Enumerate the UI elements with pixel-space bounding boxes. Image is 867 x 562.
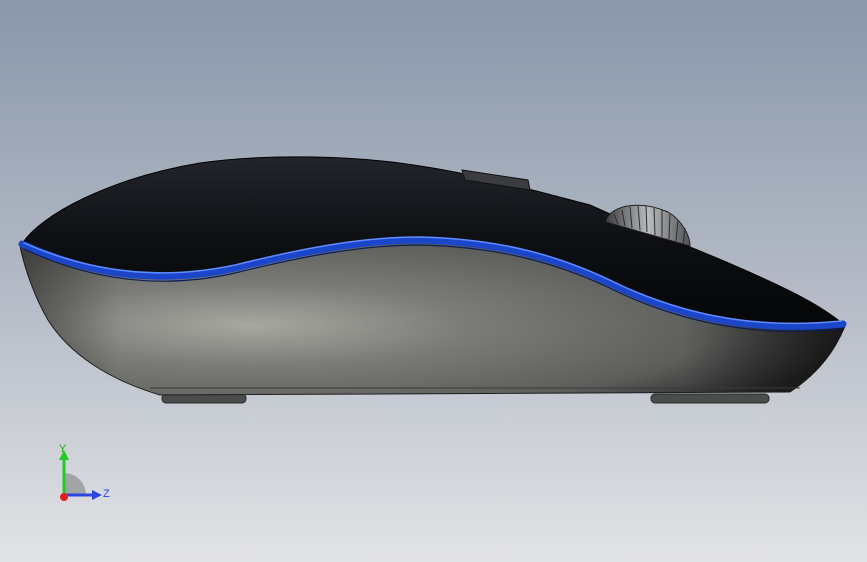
- triad-quadrant: [64, 473, 86, 495]
- 3d-viewport[interactable]: Y Z: [0, 0, 867, 562]
- axis-triad[interactable]: Y Z: [48, 440, 118, 510]
- y-axis-label: Y: [59, 443, 67, 455]
- z-axis-label: Z: [103, 488, 110, 500]
- model-scene[interactable]: [0, 0, 867, 562]
- z-axis-arrow: [92, 490, 102, 500]
- x-axis-point: [60, 493, 68, 501]
